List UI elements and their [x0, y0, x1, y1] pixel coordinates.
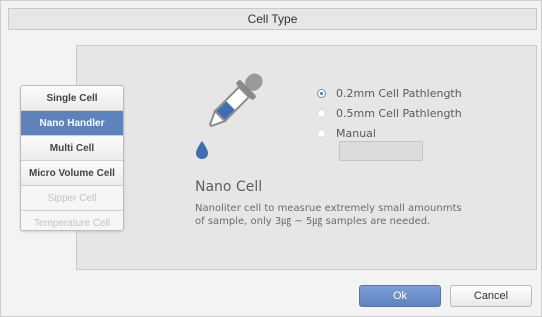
content-panel	[76, 45, 537, 270]
dialog-title: Cell Type	[8, 8, 537, 30]
cell-type-dialog: Cell Type Single Cell Nano Handler Multi…	[0, 0, 542, 317]
radio-label: 0.5mm Cell Pathlength	[336, 106, 462, 120]
cell-description-line: Nanoliter cell to measrue extremely smal…	[195, 203, 462, 214]
radio-button[interactable]	[317, 108, 326, 118]
radio-label: Manual	[336, 126, 376, 140]
cell-description: Nanoliter cell to measrue extremely smal…	[195, 202, 462, 228]
radio-option-manual[interactable]: Manual	[317, 123, 462, 143]
sidebar-item-nano-handler[interactable]: Nano Handler	[21, 111, 123, 136]
radio-button[interactable]	[317, 128, 326, 138]
radio-option-0-5mm[interactable]: 0.5mm Cell Pathlength	[317, 103, 462, 123]
sidebar-item-multi-cell[interactable]: Multi Cell	[21, 136, 123, 161]
cell-title: Nano Cell	[195, 179, 263, 195]
sidebar-item-micro-volume-cell[interactable]: Micro Volume Cell	[21, 161, 123, 186]
sidebar-item-sipper-cell: Sipper Cell	[21, 186, 123, 211]
cancel-button[interactable]: Cancel	[450, 285, 532, 307]
ok-button[interactable]: Ok	[359, 285, 441, 307]
dropper-icon	[196, 73, 263, 159]
sidebar-item-temperature-cell: Temperature Cell	[21, 211, 123, 230]
cell-type-list: Single Cell Nano Handler Multi Cell Micr…	[20, 85, 124, 231]
sidebar-item-single-cell[interactable]: Single Cell	[21, 86, 123, 111]
manual-pathlength-input[interactable]	[339, 141, 423, 161]
radio-option-0-2mm[interactable]: 0.2mm Cell Pathlength	[317, 83, 462, 103]
cell-description-line: of sample, only 3㎍ ~ 5㎍ samples are need…	[195, 216, 431, 227]
radio-label: 0.2mm Cell Pathlength	[336, 86, 462, 100]
radio-button-checked[interactable]	[317, 88, 326, 98]
pathlength-options: 0.2mm Cell Pathlength 0.5mm Cell Pathlen…	[317, 83, 462, 143]
